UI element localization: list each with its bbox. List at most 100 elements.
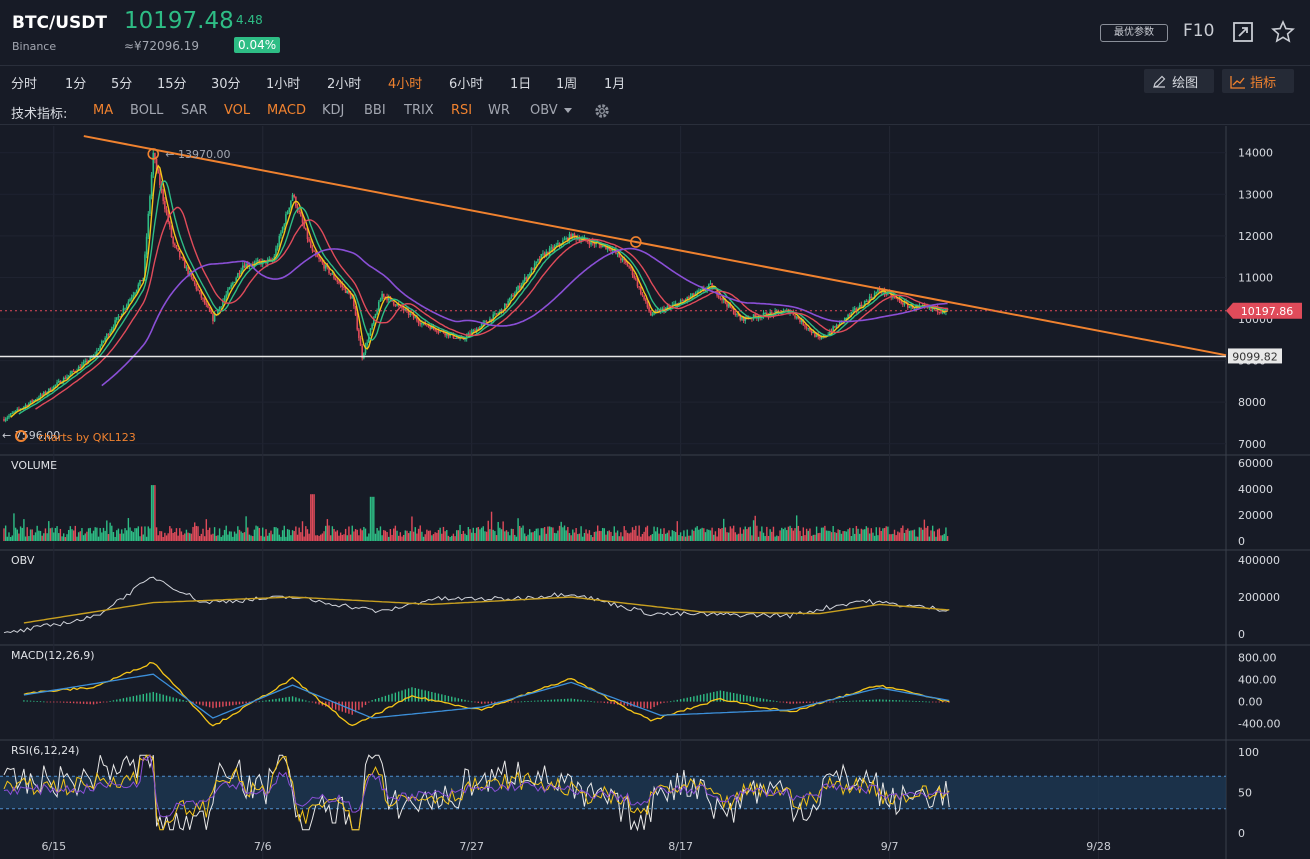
macd-hist-bar	[786, 701, 788, 704]
volume-bar	[540, 528, 542, 541]
x-tick-label: 9/28	[1086, 840, 1111, 853]
volume-bar	[698, 529, 700, 541]
indicator-boll[interactable]: BOLL	[130, 103, 163, 118]
macd-hist-bar	[660, 701, 662, 704]
candle-body	[417, 320, 420, 324]
volume-bar	[701, 527, 703, 541]
candle-body	[91, 357, 93, 359]
volume-bar	[847, 529, 849, 541]
volume-bar	[41, 535, 43, 541]
period-tab[interactable]: 1月	[604, 73, 625, 92]
volume-bar	[364, 528, 367, 541]
volume-bars-group	[3, 485, 949, 541]
period-tab[interactable]: 1小时	[266, 73, 300, 92]
indicator-kdj[interactable]: KDJ	[322, 103, 344, 118]
candle-body	[293, 194, 296, 197]
indicator-obv-dropdown[interactable]: OBV	[530, 103, 572, 118]
candle-body	[213, 314, 216, 322]
candle-body	[195, 284, 198, 290]
volume-bar	[72, 530, 75, 541]
indicator-rsi[interactable]: RSI	[451, 103, 472, 118]
volume-bar	[862, 529, 864, 541]
macd-hist-bar	[795, 701, 798, 704]
best-params-button[interactable]: 最优参数	[1100, 24, 1168, 42]
period-tab[interactable]: 6小时	[449, 73, 483, 92]
volume-bar	[92, 530, 95, 541]
indicator-wr[interactable]: WR	[488, 103, 510, 118]
indicator-ma[interactable]: MA	[93, 103, 113, 118]
volume-bar	[887, 526, 889, 541]
volume-bar	[16, 529, 18, 541]
gear-icon[interactable]	[593, 102, 611, 120]
candle-body	[278, 236, 281, 246]
period-tab[interactable]: 2小时	[327, 73, 361, 92]
macd-hist-bar	[663, 701, 665, 703]
fullscreen-icon[interactable]	[1230, 19, 1256, 45]
volume-bar	[439, 527, 441, 541]
period-tab[interactable]: 5分	[111, 73, 132, 92]
macd-hist-bar	[669, 701, 672, 703]
period-tab[interactable]: 1分	[65, 73, 86, 92]
macd-hist-bar	[888, 699, 891, 702]
candle-body	[666, 306, 669, 309]
draw-label: 绘图	[1172, 76, 1199, 91]
volume-bar	[461, 533, 463, 541]
period-tab[interactable]: 1周	[556, 73, 577, 92]
volume-bar	[351, 525, 353, 541]
period-tab-active[interactable]: 4小时	[388, 73, 422, 92]
obv-y-tick-label: 0	[1238, 628, 1245, 641]
macd-hist-bar	[242, 701, 244, 704]
volume-bar	[394, 525, 397, 541]
period-tab[interactable]: 15分	[157, 73, 187, 92]
macd-hist-bar	[908, 700, 911, 702]
indicator-vol[interactable]: VOL	[224, 103, 250, 118]
rsi-y-tick-label: 100	[1238, 746, 1259, 759]
candle-body	[115, 317, 118, 321]
candle-body	[43, 392, 45, 395]
candle-body	[6, 417, 9, 420]
price-y-tick-label: 12000	[1238, 230, 1273, 243]
draw-button[interactable]: 绘图	[1144, 69, 1214, 93]
star-icon[interactable]	[1270, 19, 1296, 45]
volume-bar	[926, 525, 929, 541]
volume-bar	[631, 527, 634, 541]
period-tab[interactable]: 30分	[211, 73, 241, 92]
volume-bar	[379, 526, 382, 541]
period-tab[interactable]: 1日	[510, 73, 531, 92]
volume-bar	[431, 535, 433, 541]
macd-hist-bar	[484, 701, 486, 704]
volume-bar	[819, 532, 821, 541]
chart-area[interactable]: 6/15 7/6 7/27 8/17 9/7 9/28 14000 13000 12000 110…	[0, 126, 1310, 859]
volume-bar	[416, 533, 418, 541]
indicator-sar[interactable]: SAR	[181, 103, 207, 118]
volume-bar	[91, 533, 93, 541]
volume-bar	[893, 529, 896, 541]
f10-button[interactable]: F10	[1183, 21, 1214, 41]
indicator-macd[interactable]: MACD	[267, 103, 306, 118]
indicator-button[interactable]: 指标	[1222, 69, 1294, 93]
candle-body	[649, 311, 652, 316]
indicator-bbi[interactable]: BBI	[364, 103, 386, 118]
volume-bar	[358, 535, 360, 541]
volume-bar	[117, 528, 120, 541]
macd-hist-bar	[749, 696, 751, 702]
candle-body	[363, 353, 365, 359]
indicator-trix[interactable]: TRIX	[404, 103, 434, 118]
candle-body	[885, 294, 888, 296]
macd-hist-bar	[719, 690, 722, 702]
candle-body	[542, 253, 544, 255]
period-tab[interactable]: 分时	[11, 73, 37, 92]
volume-bar	[854, 533, 856, 541]
candle-body	[557, 242, 559, 246]
volume-bar	[878, 527, 881, 541]
volume-bar	[859, 533, 861, 541]
macd-hist-bar	[318, 701, 320, 705]
macd-hist-bar	[169, 696, 171, 702]
candle-body	[127, 301, 130, 306]
macd-hist-bar	[540, 700, 542, 702]
volume-bar	[89, 527, 91, 541]
macd-hist-bar	[417, 688, 420, 702]
ma60-line	[101, 247, 948, 387]
macd-hist-bar	[839, 701, 841, 703]
volume-bar	[144, 526, 146, 541]
